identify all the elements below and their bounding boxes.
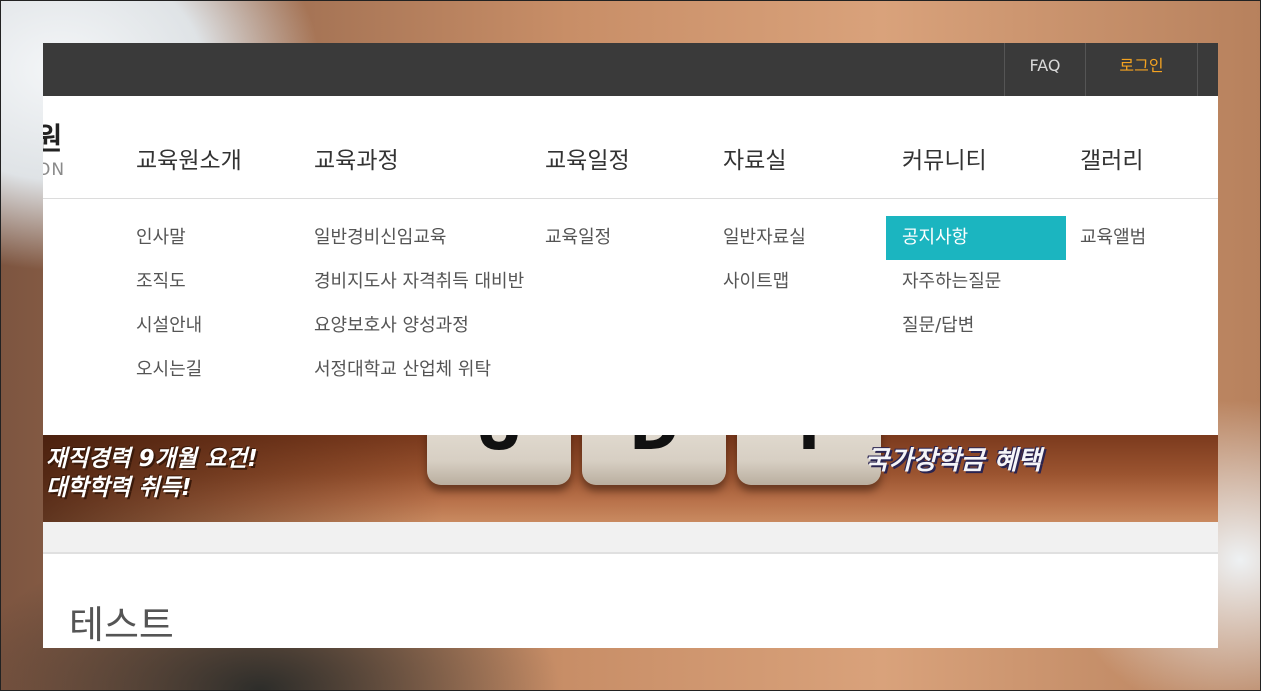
wooden-block-d: D [582,435,726,485]
nav-item-gallery[interactable]: 갤러리 [1080,141,1143,175]
promo-banner[interactable]: U D Y 재직경력 9개월 요건! 대학학력 취득! 국가장학금 혜택 [43,435,1218,522]
submenu-general-guard-training[interactable]: 일반경비신임교육 [314,216,446,260]
login-link[interactable]: 로그인 [1085,43,1198,96]
breadcrumb-bar [43,522,1218,554]
submenu-caregiver-course[interactable]: 요양보호사 양성과정 [314,304,469,348]
submenu-guard-supervisor-prep[interactable]: 경비지도사 자격취득 대비반 [314,260,524,304]
submenu-qna[interactable]: 질문/답변 [902,304,974,348]
logo-subtitle: ON [43,160,66,180]
nav-item-intro[interactable]: 교육원소개 [136,141,242,175]
mega-menu-dropdown: 인사말 조직도 시설안내 오시는길 일반경비신임교육 경비지도사 자격취득 대비… [43,199,1218,435]
faq-link[interactable]: FAQ [1004,43,1085,96]
submenu-schedule[interactable]: 교육일정 [545,216,611,260]
submenu-organization[interactable]: 조직도 [136,260,186,304]
submenu-directions[interactable]: 오시는길 [136,348,202,392]
submenu-facilities[interactable]: 시설안내 [136,304,202,348]
site-container: FAQ 로그인 원 ON 교육원소개 교육과정 교육일정 자료실 커뮤니티 갤러… [43,43,1218,648]
nav-item-community[interactable]: 커뮤니티 [902,141,987,175]
nav-item-resources[interactable]: 자료실 [723,141,786,175]
wooden-block-y: Y [737,435,881,485]
logo[interactable]: 원 [43,114,63,158]
wooden-block-u: U [427,435,571,485]
submenu-education-album[interactable]: 교육앨범 [1080,216,1146,260]
submenu-greeting[interactable]: 인사말 [136,216,186,260]
banner-line-2: 대학학력 취득! [46,475,192,501]
submenu-faq[interactable]: 자주하는질문 [902,260,1001,304]
nav-item-courses[interactable]: 교육과정 [314,141,399,175]
submenu-seojeong-university[interactable]: 서정대학교 산업체 위탁 [314,348,491,392]
submenu-notice[interactable]: 공지사항 [886,216,1066,260]
submenu-general-resources[interactable]: 일반자료실 [723,216,806,260]
submenu-sitemap[interactable]: 사이트맵 [723,260,789,304]
banner-scholarship-text: 국가장학금 혜택 [865,446,1042,476]
nav-item-schedule[interactable]: 교육일정 [545,141,630,175]
content-area: 테스트 [43,554,1218,648]
page-title: 테스트 [69,603,174,647]
top-utility-bar: FAQ 로그인 [43,43,1218,96]
main-header: 원 ON 교육원소개 교육과정 교육일정 자료실 커뮤니티 갤러리 [43,96,1218,199]
